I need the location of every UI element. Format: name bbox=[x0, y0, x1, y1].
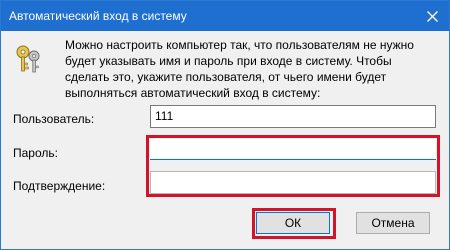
close-icon bbox=[426, 10, 438, 22]
title-bar: Автоматический вход в систему bbox=[1, 1, 449, 31]
keys-icon bbox=[16, 45, 40, 73]
autologon-dialog: Автоматический вход в систему Можно наст… bbox=[0, 0, 450, 250]
ok-button[interactable]: ОК bbox=[256, 212, 330, 234]
password-fields-highlight bbox=[146, 135, 440, 197]
confirm-label: Подтверждение: bbox=[13, 179, 106, 193]
cancel-button[interactable]: Отмена bbox=[356, 212, 430, 234]
user-label: Пользователь: bbox=[13, 112, 95, 126]
dialog-title: Автоматический вход в систему bbox=[9, 9, 187, 23]
description-text: Можно настроить компьютер так, что польз… bbox=[65, 38, 414, 100]
password-label: Пароль: bbox=[13, 146, 58, 160]
user-field[interactable]: 111 bbox=[150, 105, 436, 128]
close-button[interactable] bbox=[415, 1, 449, 31]
